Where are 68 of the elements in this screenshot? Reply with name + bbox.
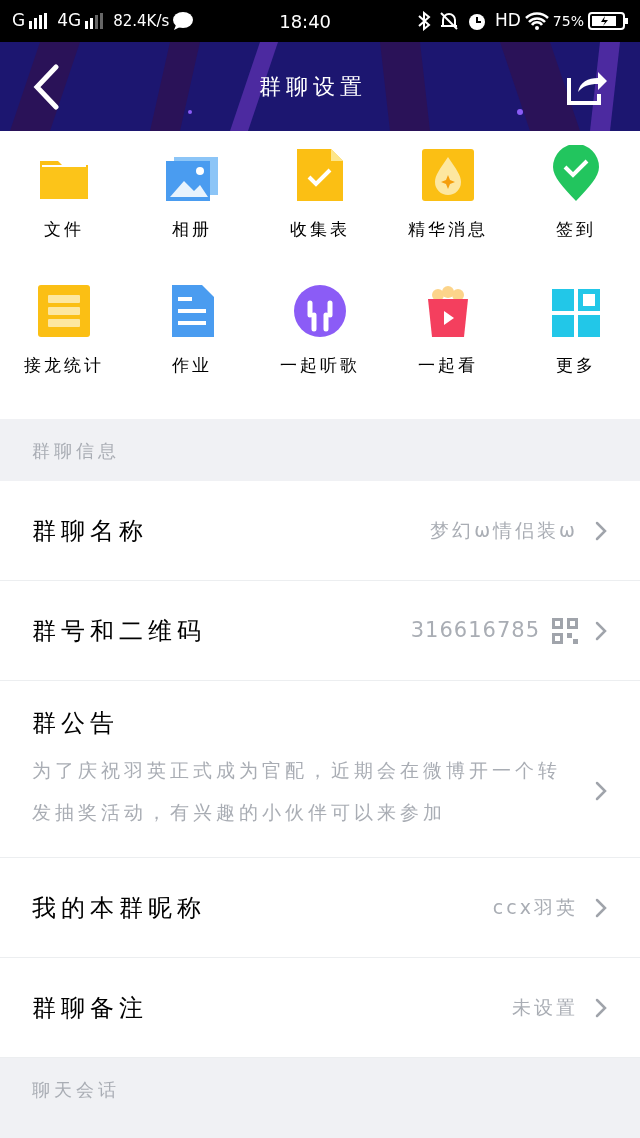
- tool-item[interactable]: 作业: [128, 279, 256, 415]
- battery-charging-icon: [588, 12, 628, 30]
- tool-label: 一起听歌: [280, 354, 360, 377]
- row-value: ccx羽英: [492, 895, 578, 921]
- row-label: 群公告: [32, 708, 120, 739]
- signal-icon: [29, 13, 50, 29]
- tool-item[interactable]: 一起看: [384, 279, 512, 415]
- tool-item[interactable]: 更多: [512, 279, 640, 415]
- tool-item[interactable]: 接龙统计: [0, 279, 128, 415]
- settings-row[interactable]: 群号和二维码 316616785: [0, 581, 640, 681]
- group-number: 316616785: [410, 616, 540, 644]
- tool-item[interactable]: 文件: [0, 143, 128, 279]
- tool-label: 收集表: [290, 218, 350, 241]
- tool-label: 签到: [556, 218, 596, 241]
- chat-bubble-icon: [173, 12, 194, 30]
- tool-label: 作业: [172, 354, 212, 377]
- settings-row[interactable]: 群聊名称 梦幻ω情侣装ω: [0, 481, 640, 581]
- tool-label: 相册: [172, 218, 212, 241]
- section-title: 聊天会话: [32, 1077, 120, 1102]
- location-check-icon: [553, 145, 599, 201]
- chevron-right-icon: [594, 896, 608, 919]
- chevron-right-icon: [594, 780, 608, 802]
- settings-row[interactable]: 群聊备注 未设置: [0, 958, 640, 1058]
- back-button[interactable]: [32, 63, 60, 110]
- earphones-icon: [294, 285, 346, 337]
- carrier-label: G: [12, 9, 26, 33]
- list-icon: [38, 285, 90, 337]
- grid-icon: [552, 289, 600, 337]
- row-value: 未设置: [512, 995, 578, 1021]
- announcement-text: 为了庆祝羽英正式成为官配，近期会在微博开一个转发抽奖活动，有兴趣的小伙伴可以来参加: [32, 758, 562, 825]
- bell-off-icon: [439, 11, 459, 31]
- row-label: 我的本群昵称: [32, 892, 207, 924]
- battery-percent: 75%: [552, 11, 584, 31]
- tool-label: 接龙统计: [24, 354, 104, 377]
- image-icon: [166, 157, 218, 201]
- tool-label: 一起看: [418, 354, 478, 377]
- row-value: 梦幻ω情侣装ω: [430, 518, 578, 544]
- clock-time: 18:40: [279, 9, 332, 34]
- tool-item[interactable]: 相册: [128, 143, 256, 279]
- tool-item[interactable]: 精华消息: [384, 143, 512, 279]
- hd-label: HD: [495, 9, 521, 33]
- settings-row[interactable]: 我的本群昵称 ccx羽英: [0, 858, 640, 958]
- row-label: 群号和二维码: [32, 615, 207, 647]
- document-icon: [170, 285, 214, 337]
- tool-label: 文件: [44, 218, 84, 241]
- chevron-right-icon: [594, 619, 608, 642]
- row-label: 群聊名称: [32, 515, 149, 547]
- page-title: 群聊设置: [259, 73, 367, 101]
- tool-item[interactable]: 签到: [512, 143, 640, 279]
- popcorn-icon: [426, 285, 470, 337]
- chevron-right-icon: [594, 519, 608, 542]
- settings-row[interactable]: 群公告 为了庆祝羽英正式成为官配，近期会在微博开一个转发抽奖活动，有兴趣的小伙伴可以来参加: [0, 681, 640, 858]
- network-label: 4G: [57, 9, 82, 33]
- tool-item[interactable]: 一起听歌: [256, 279, 384, 415]
- row-label: 群聊备注: [32, 992, 149, 1024]
- signal-icon: [85, 13, 106, 29]
- section-title: 群聊信息: [32, 438, 120, 463]
- tool-item[interactable]: 收集表: [256, 143, 384, 279]
- tool-label: 更多: [556, 354, 596, 377]
- tool-label: 精华消息: [408, 218, 488, 241]
- chevron-right-icon: [594, 996, 608, 1019]
- document-check-icon: [297, 147, 343, 201]
- bluetooth-icon: [417, 11, 431, 31]
- alarm-icon: [467, 11, 487, 31]
- network-speed: 82.4K/s: [113, 10, 170, 32]
- drop-icon: [422, 149, 474, 201]
- wifi-icon: [524, 12, 549, 30]
- qr-code-icon: [552, 617, 578, 644]
